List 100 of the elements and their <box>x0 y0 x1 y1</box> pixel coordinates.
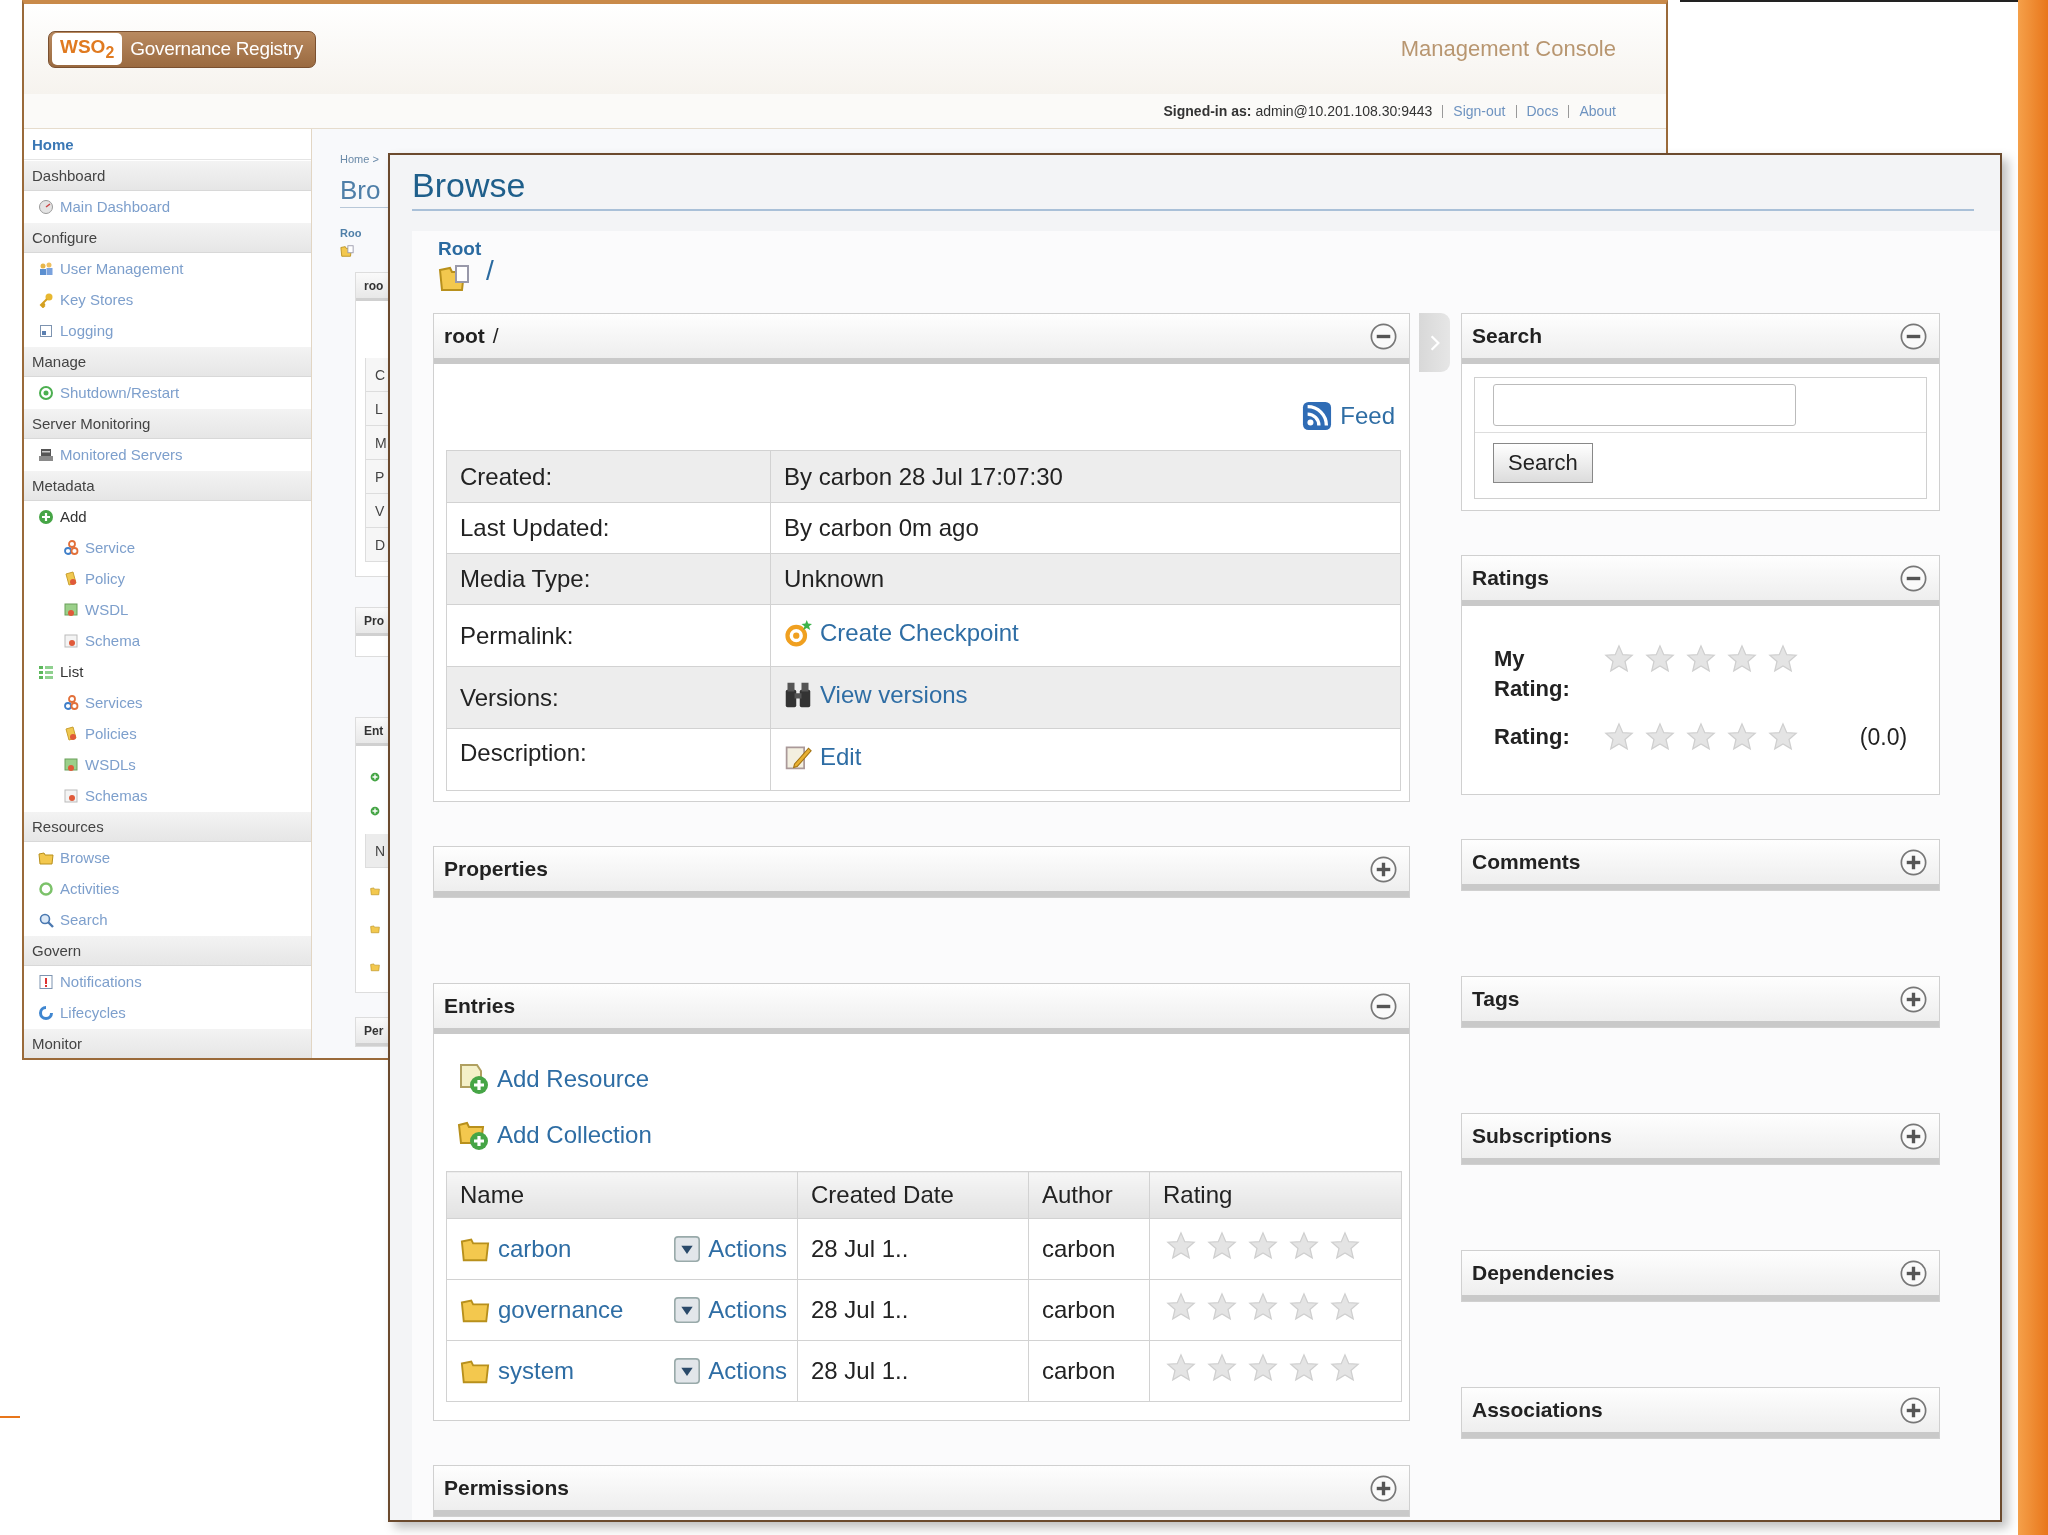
column-header: Created Date <box>797 1171 1029 1219</box>
table-cell: C <box>365 358 389 392</box>
star-icon <box>1166 1353 1196 1383</box>
search-field[interactable] <box>1493 384 1796 426</box>
header-link[interactable]: Sign-out <box>1442 104 1506 118</box>
breadcrumb-link[interactable]: / <box>486 255 494 287</box>
panel-title: Properties <box>444 857 548 881</box>
server-icon <box>38 446 54 463</box>
table-cell: 28 Jul 1.. <box>797 1340 1029 1402</box>
expand-icon[interactable] <box>1900 985 1927 1013</box>
sidebar-section-header: Resources <box>24 811 311 842</box>
star-icon <box>1330 1353 1360 1383</box>
folder-link[interactable]: governance <box>498 1296 624 1324</box>
sidebar-link[interactable]: Browse <box>24 842 311 873</box>
panel-title: Ent <box>364 723 384 738</box>
scroll-icon <box>63 725 79 742</box>
actions-link[interactable]: Actions <box>674 1296 787 1324</box>
table-cell: 28 Jul 1.. <box>797 1279 1029 1341</box>
actions-link[interactable]: Actions <box>674 1357 787 1385</box>
panel-title: roo <box>364 278 384 293</box>
folder-link[interactable]: carbon <box>498 1235 572 1263</box>
ring-icon <box>38 384 54 401</box>
action-link[interactable]: Add Collection <box>457 1119 652 1151</box>
table-link[interactable]: Edit <box>784 742 862 771</box>
feed-link[interactable]: Feed <box>1302 401 1395 431</box>
key-icon <box>38 291 54 308</box>
star-rating[interactable] <box>1166 1292 1360 1322</box>
header-link[interactable]: Docs <box>1515 104 1559 118</box>
sidebar-link[interactable]: Schema <box>24 625 311 656</box>
table-link[interactable]: View versions <box>784 680 968 709</box>
expand-icon[interactable] <box>1900 1396 1927 1424</box>
panel-title: Permissions <box>444 1476 569 1500</box>
console-title: Management Console <box>1400 36 1616 62</box>
alert-icon <box>38 973 54 990</box>
table-cell: Permalink: <box>446 604 771 667</box>
collapse-icon[interactable] <box>1900 322 1927 350</box>
expand-icon[interactable] <box>1370 1474 1397 1502</box>
star-icon <box>1207 1353 1237 1383</box>
table-cell: By carbon 28 Jul 17:07:30 <box>770 450 1401 503</box>
expand-icon[interactable] <box>1370 855 1397 883</box>
star-icon <box>1768 722 1798 752</box>
search-button[interactable]: Search <box>1493 443 1593 483</box>
sidebar-link[interactable]: Policies <box>24 718 311 749</box>
table-cell: 28 Jul 1.. <box>797 1218 1029 1280</box>
sidebar-link[interactable]: Activities <box>24 873 311 904</box>
breadcrumb-link[interactable]: Roo <box>340 226 362 240</box>
panel-title: Pro <box>364 613 384 628</box>
panel-title: root <box>444 324 485 348</box>
sidebar-section-header: Server Monitoring <box>24 408 311 439</box>
table-cell: N <box>365 834 389 868</box>
star-rating[interactable] <box>1166 1353 1360 1383</box>
expand-icon[interactable] <box>1900 1259 1927 1287</box>
sidebar-section-header: Manage <box>24 346 311 377</box>
panel-title: Dependencies <box>1472 1261 1615 1285</box>
sidebar-link[interactable]: Schemas <box>24 780 311 811</box>
target-icon <box>784 618 812 647</box>
collapse-icon[interactable] <box>1370 322 1397 350</box>
sidebar-section-header: Monitor <box>24 1028 311 1058</box>
sidebar-link[interactable]: Services <box>24 687 311 718</box>
brand-name: WSO$_{2}$ <box>52 32 123 66</box>
sidebar-link[interactable]: Shutdown/Restart <box>24 377 311 408</box>
signed-in-label: Signed-in as: <box>1163 103 1252 119</box>
star-rating[interactable] <box>1166 1231 1360 1261</box>
document-icon <box>63 787 79 804</box>
expand-icon[interactable] <box>1900 848 1927 876</box>
sidebar-link[interactable]: Key Stores <box>24 284 311 315</box>
path-text: / <box>492 324 499 348</box>
action-link[interactable]: Add Resource <box>457 1063 650 1095</box>
star-icon <box>1604 722 1634 752</box>
scroll-icon <box>63 570 79 587</box>
collapse-icon[interactable] <box>1370 992 1397 1020</box>
expand-icon[interactable] <box>1900 1122 1927 1150</box>
sidebar-link[interactable]: WSDLs <box>24 749 311 780</box>
sidebar-link[interactable]: Service <box>24 532 311 563</box>
sidebar-link[interactable]: Search <box>24 904 311 935</box>
table-link[interactable]: Create Checkpoint <box>784 618 1019 647</box>
sidebar-link[interactable]: Logging <box>24 315 311 346</box>
actions-link[interactable]: Actions <box>674 1235 787 1263</box>
sidebar-link[interactable]: Monitored Servers <box>24 439 311 470</box>
sidebar-link[interactable]: User Management <box>24 253 311 284</box>
star-icon <box>1686 722 1716 752</box>
table-cell: Description: <box>446 728 771 791</box>
star-icon <box>1289 1231 1319 1261</box>
table-cell: carbon <box>1028 1340 1150 1402</box>
document-icon <box>63 601 79 618</box>
sidebar-link[interactable]: Main Dashboard <box>24 191 311 222</box>
sidebar-section-header: Govern <box>24 935 311 966</box>
folder-link[interactable]: system <box>498 1357 574 1385</box>
column-header: Rating <box>1149 1171 1402 1219</box>
panel-title: Per <box>364 1023 384 1038</box>
header-link[interactable]: About <box>1568 104 1616 118</box>
sidebar-link[interactable]: Notifications <box>24 966 311 997</box>
sidebar-link[interactable]: WSDL <box>24 594 311 625</box>
sidebar-link[interactable]: Lifecycles <box>24 997 311 1028</box>
breadcrumb-link[interactable]: Root <box>438 238 482 260</box>
collapse-icon[interactable] <box>1900 564 1927 592</box>
user-name: admin@10.201.108.30:9443 <box>1255 103 1433 119</box>
table-cell: L <box>365 392 389 426</box>
sidebar-link[interactable]: Policy <box>24 563 311 594</box>
document-icon <box>38 322 54 339</box>
